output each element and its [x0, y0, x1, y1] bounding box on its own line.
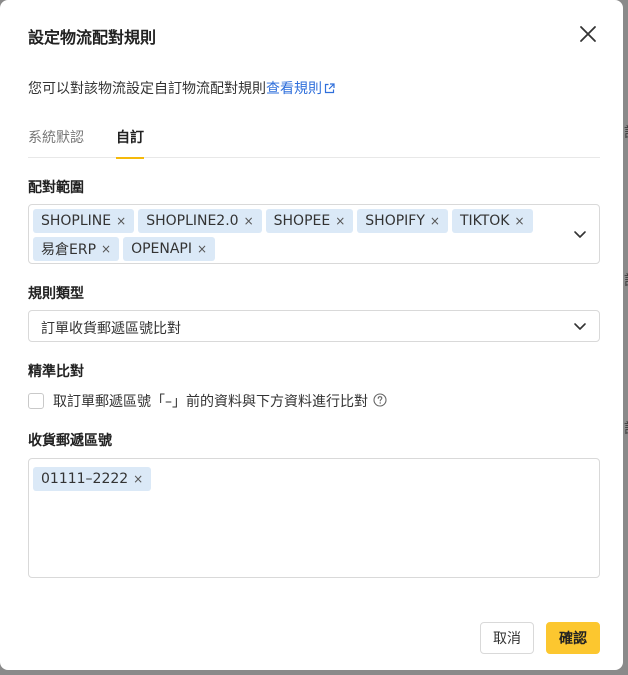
- scope-tag: SHOPLINE ×: [33, 209, 135, 233]
- remove-tag-icon[interactable]: ×: [116, 214, 126, 228]
- close-icon: [580, 26, 596, 42]
- postal-code-label: 收貨郵遞區號: [28, 433, 112, 449]
- backdrop-text: 註: [624, 270, 628, 290]
- remove-tag-icon[interactable]: ×: [197, 242, 207, 256]
- remove-tag-icon[interactable]: ×: [430, 214, 440, 228]
- dialog-description: 您可以對該物流設定自訂物流配對規則查看規則: [28, 78, 335, 98]
- scope-tag-label: SHOPLINE2.0: [146, 213, 239, 229]
- match-scope-select[interactable]: SHOPLINE × SHOPLINE2.0 × SHOPEE × SHOPIFY × …: [28, 204, 600, 264]
- postal-code-tag-label: 01111–2222: [41, 471, 129, 487]
- dialog-title: 設定物流配對規則: [28, 28, 157, 47]
- exact-match-checkbox[interactable]: [28, 393, 44, 409]
- chevron-down-icon[interactable]: [573, 227, 587, 241]
- exact-match-label: 精準比對: [28, 364, 84, 380]
- postal-code-input[interactable]: 01111–2222 ×: [28, 458, 600, 578]
- rule-type-label: 規則類型: [28, 286, 84, 302]
- scope-tag-label: 易倉ERP: [41, 242, 97, 258]
- scope-tag: 易倉ERP ×: [33, 237, 120, 261]
- remove-tag-icon[interactable]: ×: [101, 242, 111, 256]
- match-scope-label: 配對範圍: [28, 180, 84, 196]
- backdrop-text: 註: [624, 418, 628, 438]
- scope-tag-label: SHOPIFY: [365, 213, 425, 229]
- logistics-rule-dialog: 設定物流配對規則 您可以對該物流設定自訂物流配對規則查看規則 系統默認 自訂 配…: [0, 0, 623, 670]
- scope-tag-label: OPENAPI: [131, 241, 193, 257]
- description-text: 您可以對該物流設定自訂物流配對規則: [28, 81, 266, 97]
- rule-tabs: 系統默認 自訂: [28, 127, 600, 159]
- scope-tag: OPENAPI ×: [123, 237, 216, 261]
- scope-tag: SHOPEE ×: [265, 209, 354, 233]
- scope-tag: TIKTOK ×: [451, 209, 533, 233]
- rule-type-select[interactable]: 訂單收貨郵遞區號比對: [28, 310, 600, 342]
- backdrop-text: 註: [624, 122, 628, 142]
- rule-type-value: 訂單收貨郵遞區號比對: [41, 321, 181, 337]
- remove-tag-icon[interactable]: ×: [133, 472, 143, 486]
- scope-tag: SHOPIFY ×: [357, 209, 448, 233]
- scope-tag-label: SHOPLINE: [41, 213, 112, 229]
- chevron-down-icon: [574, 323, 586, 330]
- remove-tag-icon[interactable]: ×: [335, 214, 345, 228]
- view-rules-label: 查看規則: [266, 81, 322, 97]
- remove-tag-icon[interactable]: ×: [244, 214, 254, 228]
- external-link-icon: [324, 82, 335, 98]
- tab-custom[interactable]: 自訂: [116, 127, 144, 159]
- scope-tag-label: SHOPEE: [273, 213, 331, 229]
- close-button[interactable]: [576, 22, 600, 46]
- exact-match-checkbox-label[interactable]: 取訂單郵遞區號「–」前的資料與下方資料進行比對: [53, 391, 368, 411]
- tab-system-default[interactable]: 系統默認: [28, 127, 84, 158]
- confirm-button[interactable]: 確認: [546, 622, 600, 654]
- remove-tag-icon[interactable]: ×: [514, 214, 524, 228]
- view-rules-link[interactable]: 查看規則: [266, 81, 335, 97]
- match-scope-tags: SHOPLINE × SHOPLINE2.0 × SHOPEE × SHOPIFY × …: [33, 209, 563, 261]
- scope-tag: SHOPLINE2.0 ×: [138, 209, 262, 233]
- exact-match-row: 取訂單郵遞區號「–」前的資料與下方資料進行比對: [28, 391, 387, 411]
- postal-code-tag: 01111–2222 ×: [33, 467, 152, 491]
- help-circle-icon[interactable]: [373, 392, 387, 411]
- scope-tag-label: TIKTOK: [459, 213, 510, 229]
- cancel-button[interactable]: 取消: [480, 622, 534, 654]
